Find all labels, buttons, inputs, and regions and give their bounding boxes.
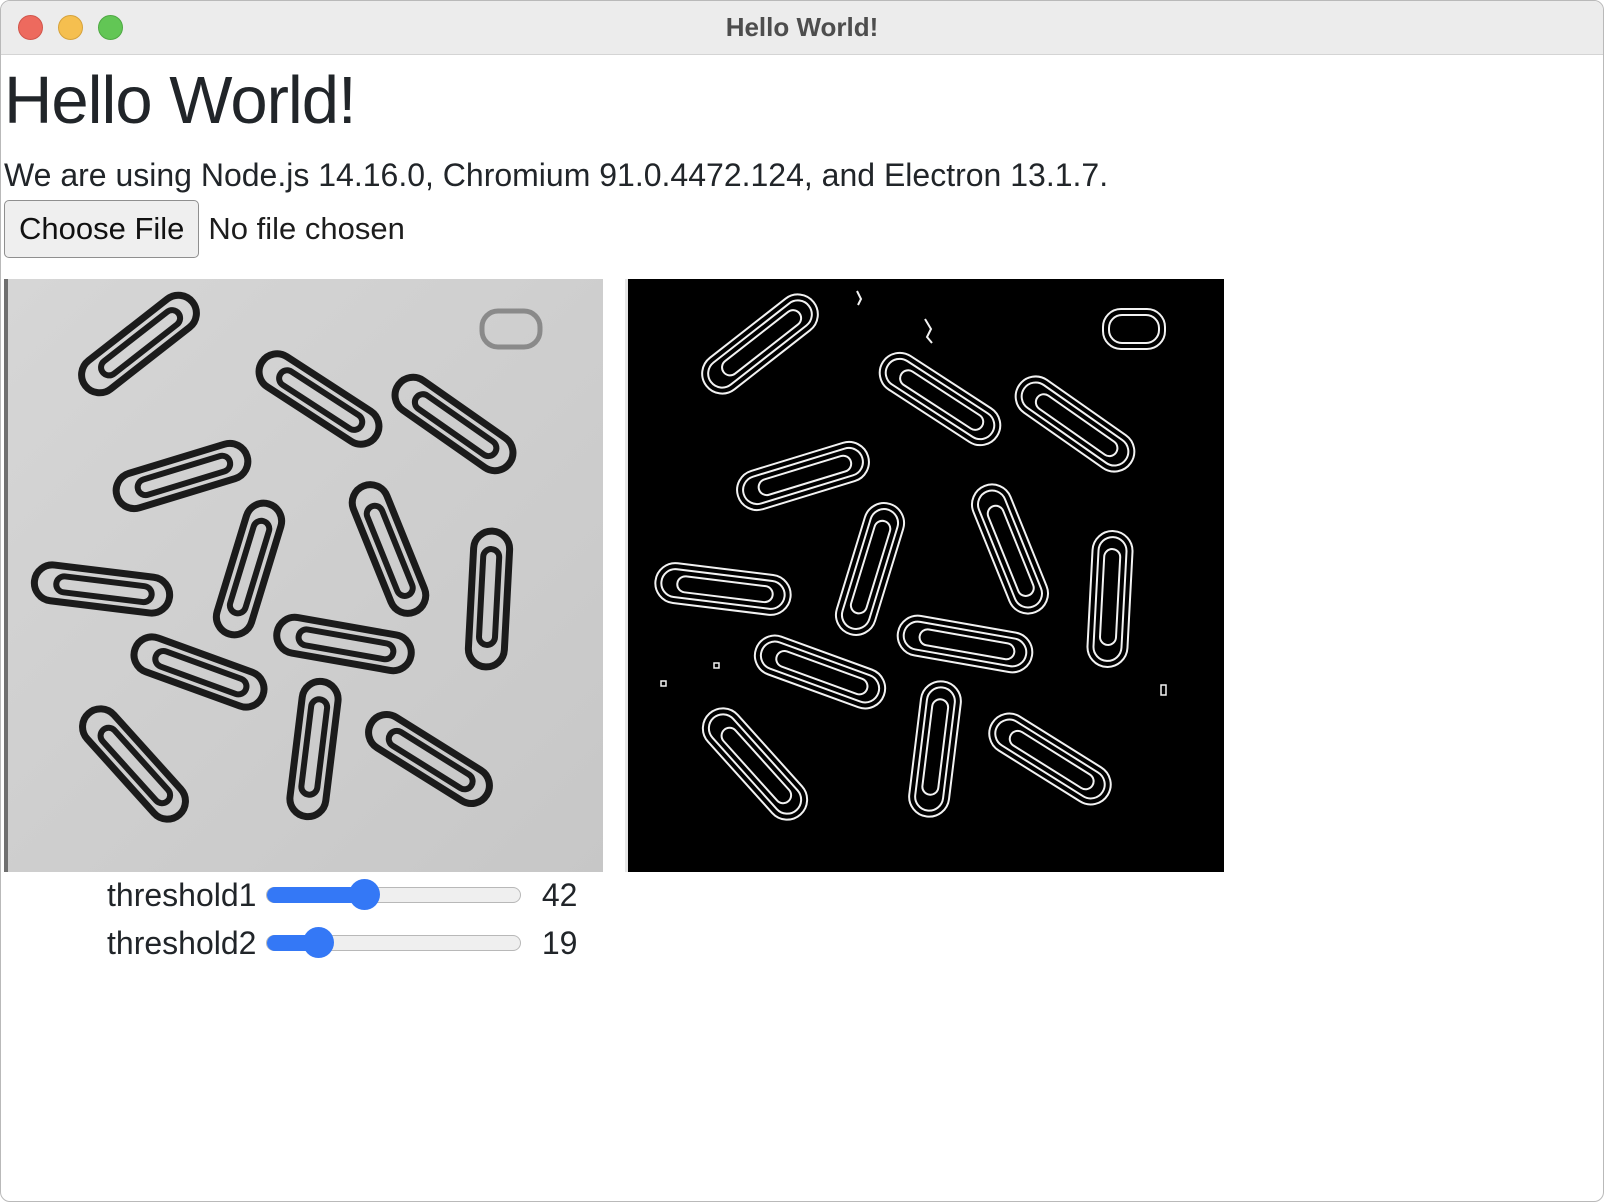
versions-text: We are using Node.js 14.16.0, Chromium 9… <box>4 157 1109 193</box>
threshold1-label: threshold1 <box>107 876 257 913</box>
threshold2-slider-thumb[interactable] <box>303 927 335 958</box>
choose-file-button[interactable]: Choose File <box>4 200 200 258</box>
app-window: Hello World! Hello World! We are using N… <box>0 0 1604 1202</box>
file-input: Choose File No file chosen <box>4 200 405 258</box>
threshold1-slider-thumb[interactable] <box>348 879 380 910</box>
threshold2-value: 19 <box>541 924 578 961</box>
edge-detection-image <box>625 279 1224 872</box>
page-heading: Hello World! <box>4 63 357 138</box>
threshold1-value: 42 <box>541 876 578 913</box>
threshold2-slider-row: threshold2 19 <box>107 923 577 963</box>
window-title: Hello World! <box>725 12 879 42</box>
threshold2-label: threshold2 <box>107 924 257 961</box>
file-status-text: No file chosen <box>208 211 405 246</box>
original-image <box>4 279 603 872</box>
threshold1-slider-row: threshold1 42 <box>107 875 577 915</box>
threshold1-slider[interactable] <box>266 879 522 910</box>
threshold2-slider[interactable] <box>266 927 522 958</box>
title-bar: Hello World! <box>1 1 1603 55</box>
